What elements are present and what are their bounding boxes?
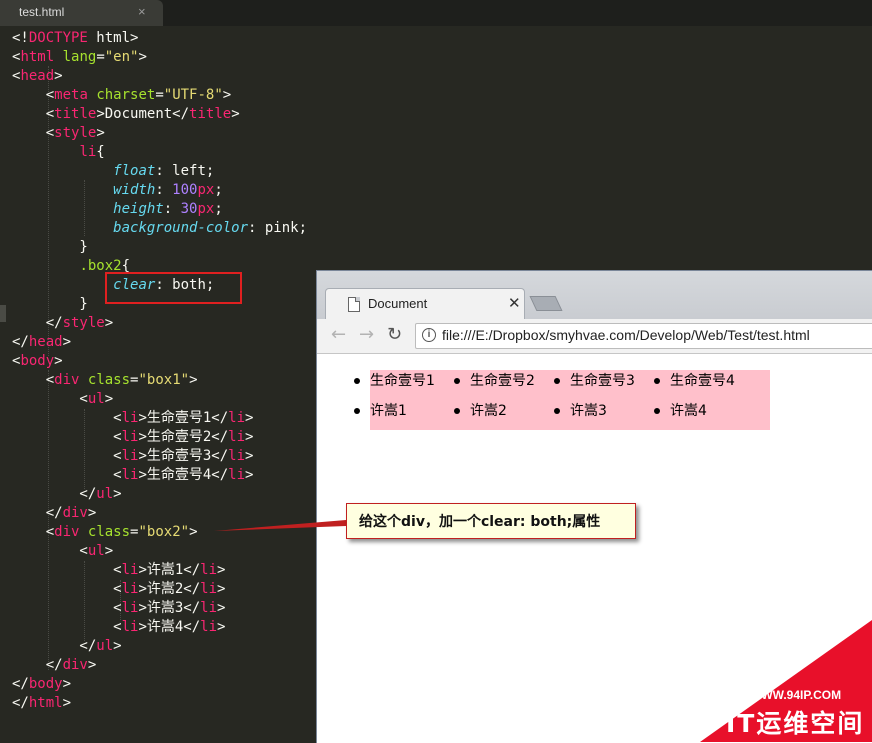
watermark-url: WWW.94IP.COM	[750, 688, 842, 702]
annotation-callout: 给这个div，加一个clear: both;属性	[346, 503, 636, 539]
watermark: WWW.94IP.COM IT运维空间	[700, 620, 872, 742]
watermark-name: IT运维空间	[726, 709, 865, 738]
